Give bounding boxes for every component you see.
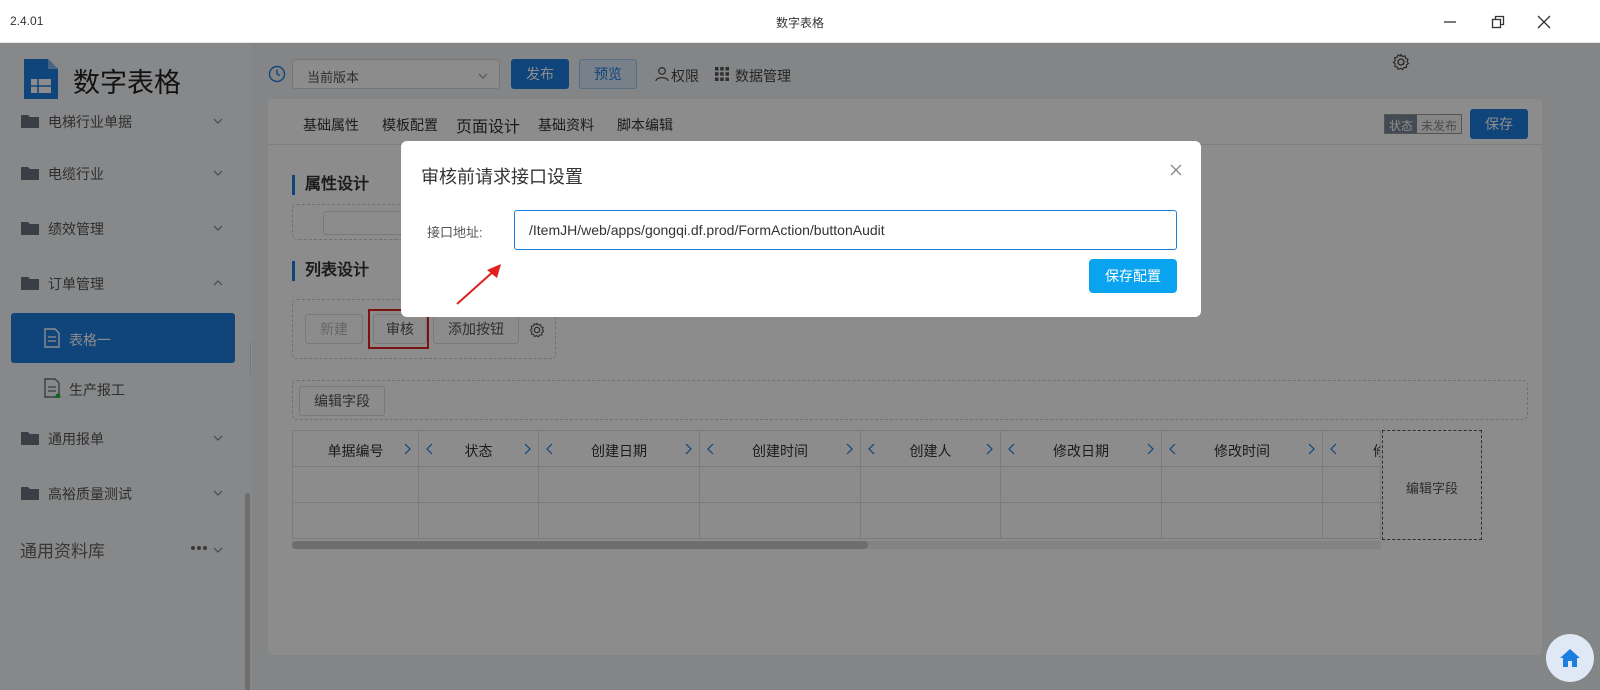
minimize-button[interactable] (1440, 12, 1460, 32)
minimize-icon (1444, 21, 1456, 23)
save-config-button[interactable]: 保存配置 (1089, 259, 1177, 293)
restore-button[interactable] (1488, 12, 1508, 32)
annotation-arrow-icon (456, 264, 501, 305)
api-address-label: 接口地址: (427, 225, 483, 240)
restore-icon (1491, 15, 1505, 29)
home-button[interactable] (1546, 634, 1594, 682)
close-icon (1537, 15, 1551, 29)
dialog-title: 审核前请求接口设置 (421, 167, 583, 187)
close-icon[interactable] (1169, 163, 1183, 177)
window-title: 数字表格 (775, 16, 824, 30)
home-icon (1560, 649, 1580, 667)
audit-api-settings-dialog: 审核前请求接口设置 接口地址: 保存配置 (401, 141, 1201, 317)
window-titlebar: 2.4.01 数字表格 (0, 0, 1600, 43)
api-address-input[interactable] (514, 210, 1177, 250)
close-window-button[interactable] (1534, 12, 1554, 32)
